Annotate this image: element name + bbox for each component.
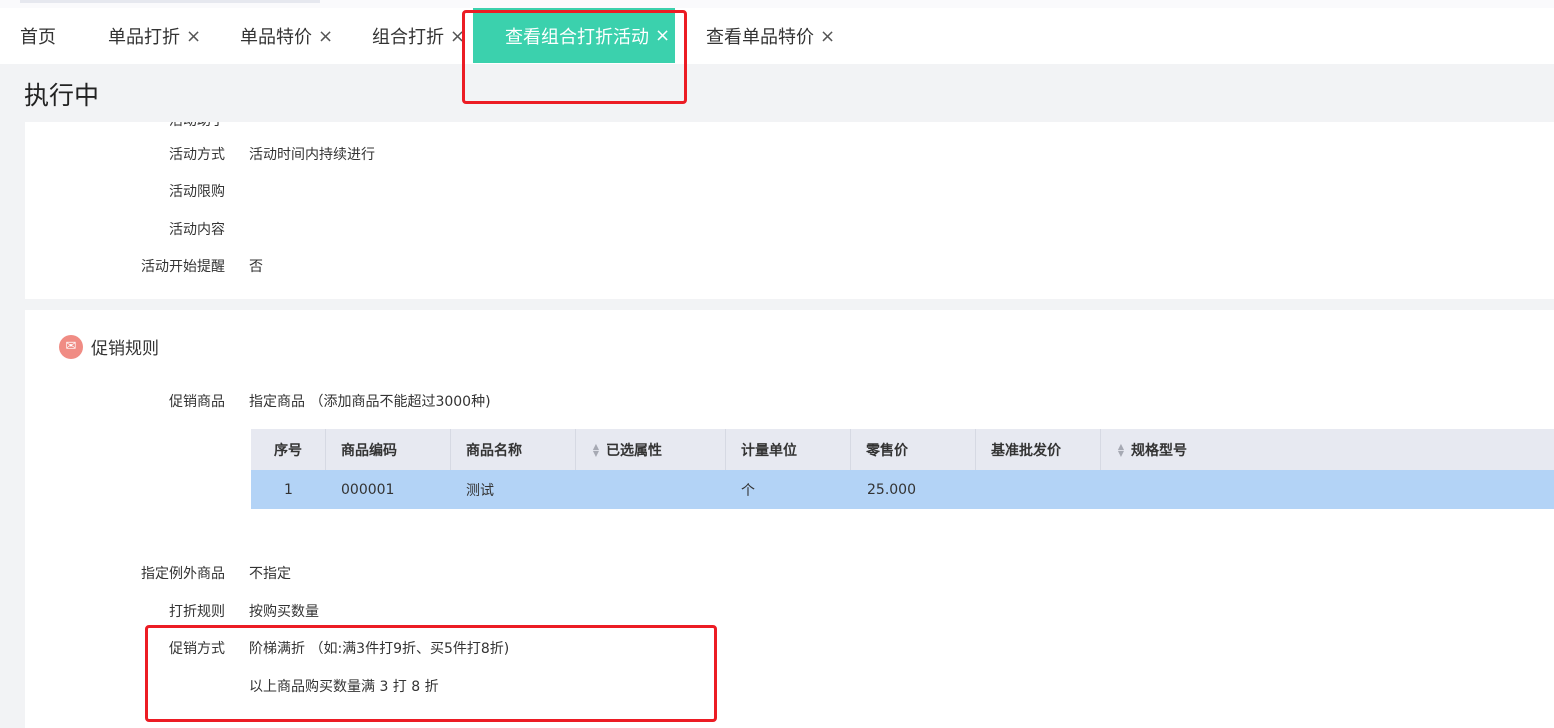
tab-view-combo-discount[interactable]: 查看组合打折活动 × <box>473 8 675 63</box>
tab-label: 单品打折 <box>108 27 180 48</box>
col-header-wholesale-price: 基准批发价 <box>976 429 1101 470</box>
col-header-code: 商品编码 <box>326 429 451 470</box>
tab-label: 首页 <box>20 27 56 48</box>
row-value: 活动时间内持续进行 <box>249 147 375 163</box>
detail-row-exception-goods: 指定例外商品 不指定 <box>25 564 1554 584</box>
tab-single-special-price[interactable]: 单品特价 × <box>240 8 333 64</box>
detail-row-promo-detail: 以上商品购买数量满 3 打 8 折 <box>25 677 1554 697</box>
row-label: 活动限购 <box>169 184 225 200</box>
row-label: 打折规则 <box>169 604 225 620</box>
row-label: 活动内容 <box>169 222 225 238</box>
detail-row-activity-mode: 活动方式 活动时间内持续进行 <box>25 145 1554 165</box>
cell-attributes <box>576 470 726 509</box>
tab-single-discount[interactable]: 单品打折 × <box>108 8 201 64</box>
close-icon[interactable]: × <box>318 26 333 47</box>
tab-view-single-special-price[interactable]: 查看单品特价 × <box>706 8 835 64</box>
cell-retail-price: 25.000 <box>867 481 916 498</box>
promo-rules-panel: ✉ 促销规则 促销商品 指定商品 （添加商品不能超过3000种) 序号 商品编码… <box>25 310 1554 728</box>
row-label: 活动开始提醒 <box>141 259 225 275</box>
top-strip-marker <box>20 0 320 3</box>
row-label: 指定例外商品 <box>141 566 225 582</box>
page-status-title: 执行中 <box>24 81 100 110</box>
tab-combo-discount[interactable]: 组合打折 × <box>372 8 465 64</box>
tab-label: 查看组合打折活动 <box>505 26 649 48</box>
cell-unit: 个 <box>741 482 755 499</box>
detail-row-promo-method: 促销方式 阶梯满折 （如:满3件打9折、买5件打8折) <box>25 639 1554 659</box>
close-icon[interactable]: × <box>450 26 465 47</box>
row-value: 按购买数量 <box>249 604 319 620</box>
top-strip <box>0 0 1554 8</box>
tab-home[interactable]: 首页 <box>20 8 56 64</box>
detail-row-start-reminder: 活动开始提醒 否 <box>25 257 1554 277</box>
col-header-attributes[interactable]: ▲ ▼ 已选属性 <box>576 429 726 470</box>
tab-label: 查看单品特价 <box>706 27 814 48</box>
close-icon[interactable]: × <box>820 26 835 47</box>
detail-row-cutoff: 活动助手 <box>25 122 1554 131</box>
cell-wholesale-price <box>976 470 1101 509</box>
row-value: 否 <box>249 259 263 275</box>
basic-info-panel: 活动助手 活动方式 活动时间内持续进行 活动限购 活动内容 活动开始提醒 否 <box>25 122 1554 299</box>
row-label: 活动助手 <box>169 122 225 131</box>
ticket-icon: ✉ <box>59 334 83 359</box>
row-label: 促销方式 <box>169 641 225 657</box>
col-header-spec[interactable]: ▲ ▼ 规格型号 <box>1101 429 1554 470</box>
cell-spec <box>1101 470 1554 509</box>
tab-label: 组合打折 <box>372 27 444 48</box>
section-title-text: 促销规则 <box>91 339 159 359</box>
cell-code: 000001 <box>341 481 395 498</box>
row-value: 指定商品 （添加商品不能超过3000种) <box>249 394 491 410</box>
sort-icon[interactable]: ▲ ▼ <box>592 442 600 457</box>
promo-detail-text: 以上商品购买数量满 3 打 8 折 <box>249 679 439 695</box>
detail-row-discount-rule: 打折规则 按购买数量 <box>25 602 1554 622</box>
close-icon[interactable]: × <box>186 26 201 47</box>
col-header-unit: 计量单位 <box>726 429 851 470</box>
row-label: 活动方式 <box>169 147 225 163</box>
tab-label: 单品特价 <box>240 27 312 48</box>
detail-row-promo-goods: 促销商品 指定商品 （添加商品不能超过3000种) <box>25 392 1554 412</box>
close-icon[interactable]: × <box>655 25 670 46</box>
table-row[interactable]: 1 000001 测试 个 25.000 <box>251 470 1554 509</box>
tab-bar: 首页 单品打折 × 单品特价 × 组合打折 × 查看组合打折活动 × 查看单品特… <box>0 8 1554 64</box>
detail-row-purchase-limit: 活动限购 <box>25 182 1554 202</box>
col-header-index: 序号 <box>251 429 326 470</box>
row-value: 不指定 <box>249 566 291 582</box>
col-header-name: 商品名称 <box>451 429 576 470</box>
section-title: ✉ 促销规则 <box>59 334 159 359</box>
cell-index: 1 <box>284 481 293 498</box>
row-label: 促销商品 <box>169 394 225 410</box>
table-header: 序号 商品编码 商品名称 ▲ ▼ 已选属性 计量单位 零售价 基准批发价 ▲ ▼ 规格型… <box>251 429 1554 470</box>
row-value: 阶梯满折 （如:满3件打9折、买5件打8折) <box>249 641 510 657</box>
detail-row-activity-content: 活动内容 <box>25 220 1554 240</box>
col-header-retail-price: 零售价 <box>851 429 976 470</box>
cell-name: 测试 <box>466 482 494 499</box>
sort-icon[interactable]: ▲ ▼ <box>1117 442 1125 457</box>
